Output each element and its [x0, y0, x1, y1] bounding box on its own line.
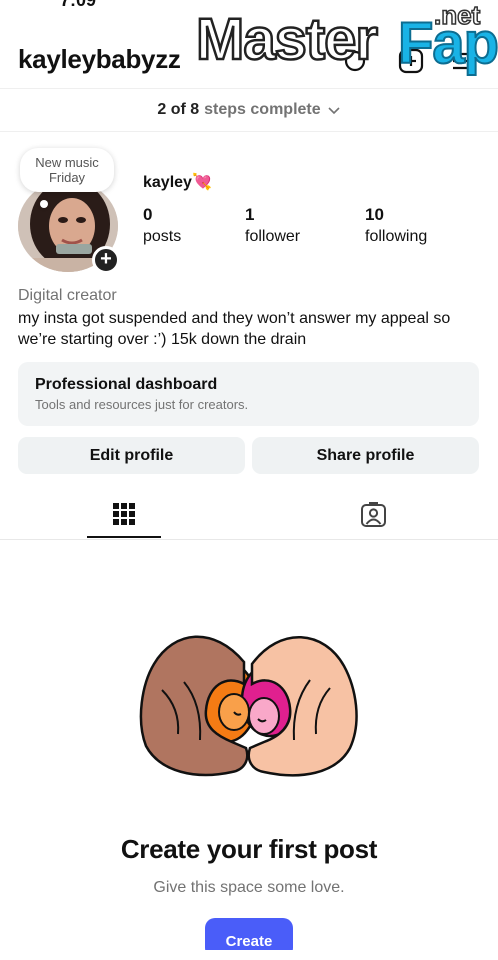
profile-username[interactable]: kayleybabyzz [18, 44, 181, 75]
steps-progress[interactable]: 2 of 8 steps complete [0, 88, 498, 132]
menu-icon[interactable] [450, 48, 476, 74]
empty-state-subtitle: Give this space some love. [153, 879, 345, 896]
hands-heart-illustration [134, 624, 362, 780]
bottom-nav [0, 950, 498, 960]
dashboard-title: Professional dashboard [35, 376, 218, 393]
steps-count: 2 of 8 [157, 101, 200, 118]
dashboard-subtitle: Tools and resources just for creators. [35, 397, 249, 412]
display-name: kayley💘 [143, 172, 212, 192]
stat-posts-value: 0 [143, 205, 153, 224]
note-line-1: New music [35, 155, 99, 170]
tagged-person-icon[interactable] [360, 502, 387, 533]
chevron-down-icon [328, 107, 340, 115]
active-tab-indicator [87, 536, 161, 538]
new-post-icon[interactable] [398, 48, 424, 74]
empty-state-title: Create your first post [120, 834, 378, 864]
stat-followers[interactable]: 1 follower [245, 205, 300, 246]
profile-header: kayleybabyzz [0, 36, 498, 82]
stat-following-value: 10 [365, 205, 384, 224]
profile-bio: my insta got suspended and they won’t an… [18, 310, 451, 348]
share-profile-button[interactable]: Share profile [252, 437, 479, 474]
stat-posts[interactable]: 0 posts [143, 205, 181, 246]
profile-tabs [0, 496, 498, 540]
status-bar: 7:09 [0, 0, 498, 14]
heart-arrow-emoji: 💘 [191, 174, 212, 191]
stat-posts-label: posts [143, 228, 182, 245]
profile-category: Digital creator [18, 287, 117, 304]
stat-followers-value: 1 [245, 205, 255, 224]
stat-followers-label: follower [245, 228, 301, 245]
threads-icon[interactable] [342, 48, 368, 74]
stat-following[interactable]: 10 following [365, 205, 427, 246]
edit-profile-button[interactable]: Edit profile [18, 437, 245, 474]
add-story-button[interactable]: + [92, 246, 120, 274]
note-bubble[interactable]: New music Friday [20, 148, 114, 192]
stat-following-label: following [365, 228, 428, 245]
grid-icon[interactable] [112, 502, 136, 531]
steps-label: steps complete [204, 101, 321, 118]
status-time: 7:09 [60, 0, 97, 10]
note-line-2: Friday [48, 170, 86, 185]
note-tail [40, 200, 48, 208]
display-name-text: kayley [143, 174, 192, 191]
professional-dashboard[interactable]: Professional dashboard Tools and resourc… [18, 362, 479, 426]
